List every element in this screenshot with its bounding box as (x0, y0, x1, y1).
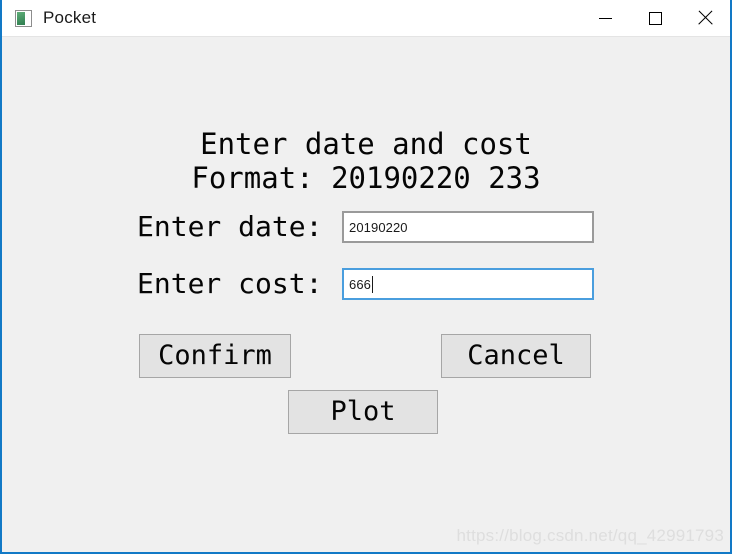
client-area: Enter date and cost Format: 20190220 233… (2, 37, 730, 552)
heading-format-hint: Format: 20190220 233 (191, 161, 541, 195)
heading-primary: Enter date and cost (200, 127, 532, 161)
watermark: https://blog.csdn.net/qq_42991793 (456, 526, 724, 545)
form-row-cost: Enter cost: 666 (2, 264, 730, 304)
application-window: Pocket Enter date and cost Format: 20190… (0, 0, 732, 554)
maximize-icon (648, 11, 662, 25)
form-row-date: Enter date: 20190220 (2, 207, 730, 247)
date-label: Enter date: (137, 210, 323, 243)
date-input-value: 20190220 (349, 219, 408, 235)
minimize-button[interactable] (580, 0, 630, 36)
app-icon-white-block (26, 11, 30, 25)
cost-input-value: 666 (349, 276, 371, 292)
minimize-icon (598, 17, 612, 19)
cancel-button[interactable]: Cancel (441, 334, 591, 378)
close-icon (697, 10, 713, 26)
app-icon (15, 9, 32, 27)
title-bar[interactable]: Pocket (2, 0, 730, 37)
confirm-button[interactable]: Confirm (139, 334, 291, 378)
plot-button[interactable]: Plot (288, 390, 438, 434)
close-button[interactable] (680, 0, 730, 36)
date-input[interactable]: 20190220 (342, 211, 594, 243)
window-controls (580, 0, 730, 36)
app-icon-green-block (17, 11, 25, 25)
maximize-button[interactable] (630, 0, 680, 36)
text-cursor (372, 275, 373, 293)
window-title: Pocket (43, 8, 97, 27)
cost-input[interactable]: 666 (342, 268, 594, 300)
cost-label: Enter cost: (137, 267, 323, 300)
